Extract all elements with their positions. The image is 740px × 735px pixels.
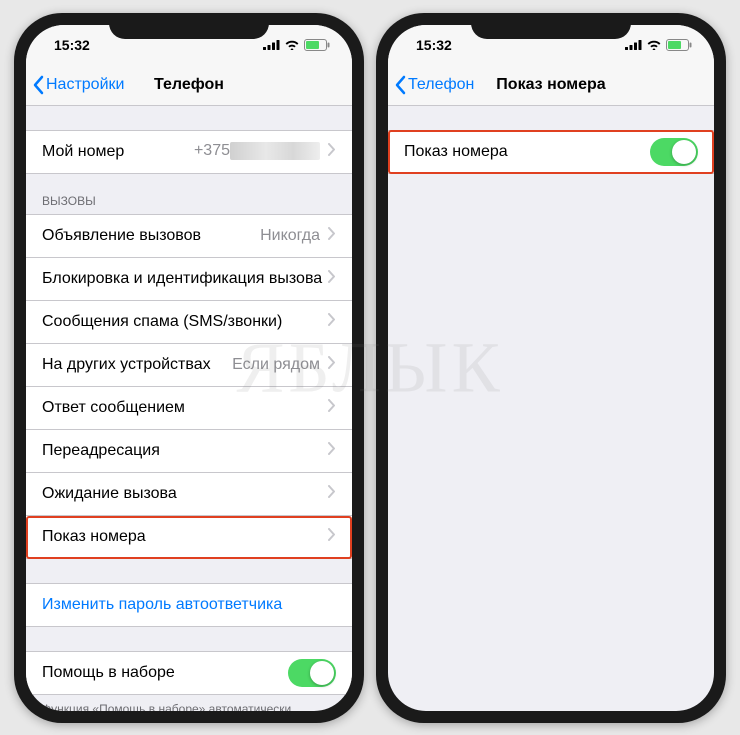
back-label: Телефон [408,76,474,94]
notch [109,13,269,39]
chevron-right-icon [328,143,336,161]
show-caller-id-toggle-cell: Показ номера [388,130,714,174]
block-id-cell[interactable]: Блокировка и идентификация вызова [26,258,352,301]
chevron-right-icon [328,399,336,417]
chevron-right-icon [328,442,336,460]
wifi-icon [284,39,300,50]
cell-label: Изменить пароль автоответчика [42,596,336,614]
battery-icon [666,39,692,51]
cell-value: Никогда [260,227,320,245]
cellular-icon [625,39,642,50]
status-icons [263,39,330,51]
status-icons [625,39,692,51]
nav-bar: Настройки Телефон [26,65,352,106]
announce-calls-cell[interactable]: Объявление вызовов Никогда [26,214,352,258]
call-waiting-cell[interactable]: Ожидание вызова [26,473,352,516]
redacted-number [230,142,320,160]
cell-label: Объявление вызовов [42,227,260,245]
chevron-left-icon [394,75,406,95]
cell-label: Сообщения спама (SMS/звонки) [42,313,328,331]
notch [471,13,631,39]
screen-left: 15:32 Настройки Телефон Мой номер +375 В… [26,25,352,711]
chevron-right-icon [328,227,336,245]
chevron-right-icon [328,485,336,503]
cell-label: Переадресация [42,442,328,460]
change-voicemail-password-cell[interactable]: Изменить пароль автоответчика [26,583,352,627]
section-header-calls: ВЫЗОВЫ [26,174,352,214]
cell-label: Ответ сообщением [42,399,328,417]
page-title: Телефон [154,76,224,94]
show-caller-id-cell[interactable]: Показ номера [26,516,352,559]
my-number-label: Мой номер [42,143,194,161]
phone-frame-left: 15:32 Настройки Телефон Мой номер +375 В… [14,13,364,723]
back-button[interactable]: Настройки [32,75,124,95]
show-caller-id-toggle[interactable] [650,138,698,166]
forwarding-cell[interactable]: Переадресация [26,430,352,473]
my-number-cell[interactable]: Мой номер +375 [26,130,352,174]
status-time: 15:32 [416,37,452,53]
other-devices-cell[interactable]: На других устройствах Если рядом [26,344,352,387]
cell-label: Показ номера [42,528,328,546]
cellular-icon [263,39,280,50]
my-number-value: +375 [194,142,320,160]
battery-icon [304,39,330,51]
chevron-right-icon [328,528,336,546]
respond-text-cell[interactable]: Ответ сообщением [26,387,352,430]
screen-right: 15:32 Телефон Показ номера Показ номера [388,25,714,711]
spam-cell[interactable]: Сообщения спама (SMS/звонки) [26,301,352,344]
cell-label: Блокировка и идентификация вызова [42,270,328,288]
chevron-right-icon [328,356,336,374]
cell-label: Показ номера [404,143,650,161]
chevron-right-icon [328,270,336,288]
cell-label: Ожидание вызова [42,485,328,503]
settings-content[interactable]: Мой номер +375 ВЫЗОВЫ Объявление вызовов… [26,106,352,711]
chevron-left-icon [32,75,44,95]
cell-label: Помощь в наборе [42,664,288,682]
page-title: Показ номера [496,76,605,94]
chevron-right-icon [328,313,336,331]
nav-bar: Телефон Показ номера [388,65,714,106]
dial-assist-cell: Помощь в наборе [26,651,352,695]
status-time: 15:32 [54,37,90,53]
back-button[interactable]: Телефон [394,75,474,95]
cell-label: На других устройствах [42,356,232,374]
cell-value: Если рядом [232,356,320,374]
phone-frame-right: 15:32 Телефон Показ номера Показ номера [376,13,726,723]
dial-assist-toggle[interactable] [288,659,336,687]
back-label: Настройки [46,76,124,94]
dial-assist-footer: Функция «Помощь в наборе» автоматически … [26,695,352,711]
wifi-icon [646,39,662,50]
settings-content[interactable]: Показ номера [388,106,714,711]
